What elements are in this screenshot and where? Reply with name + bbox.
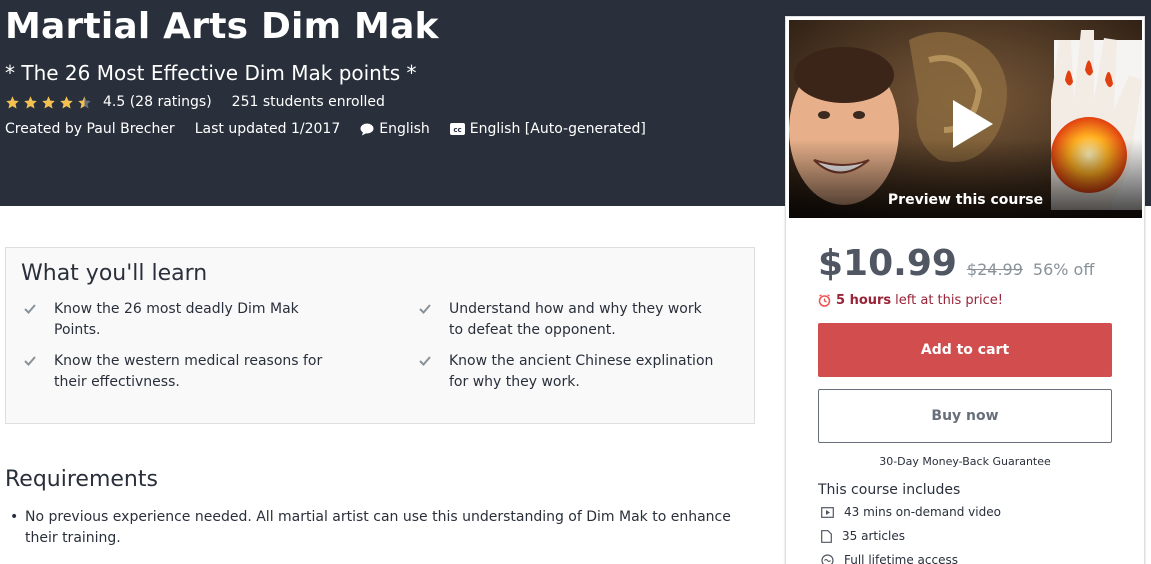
time-left-notice: 5 hours left at this price!	[818, 293, 1003, 308]
learn-item: Know the western medical reasons for the…	[24, 351, 324, 393]
learn-item: Understand how and why they work to defe…	[419, 299, 719, 341]
check-icon	[24, 304, 36, 314]
price-row: $10.99 $24.99 56% off	[818, 243, 1094, 284]
check-icon	[419, 356, 431, 366]
includes-text: 35 articles	[842, 529, 905, 543]
preview-label: Preview this course	[887, 192, 1044, 208]
bullet-icon: •	[10, 509, 19, 525]
course-meta: Created by Paul Brecher Last updated 1/2…	[5, 121, 666, 137]
course-preview-video[interactable]: Preview this course	[789, 20, 1142, 218]
hours-left: 5 hours	[836, 293, 892, 308]
star-icon	[24, 95, 37, 108]
current-price: $10.99	[818, 243, 957, 284]
includes-item: 43 mins on-demand video	[821, 505, 1001, 519]
svg-text:cc: cc	[453, 126, 461, 134]
closed-captions-icon: cc	[449, 123, 465, 135]
includes-text: Full lifetime access	[844, 553, 958, 564]
purchase-sidebar: Preview this course $10.99 $24.99 56% of…	[785, 16, 1145, 564]
last-updated: Last updated 1/2017	[194, 121, 341, 137]
check-icon	[24, 356, 36, 366]
language-label: English	[379, 121, 430, 137]
star-icon	[60, 95, 73, 108]
star-rating[interactable]	[5, 95, 95, 110]
learn-item-text: Know the ancient Chinese explination for…	[449, 353, 714, 390]
learn-item-text: Know the 26 most deadly Dim Mak Points.	[54, 301, 299, 338]
star-icon	[42, 95, 55, 108]
original-price: $24.99	[966, 260, 1023, 279]
page-title: Martial Arts Dim Mak	[5, 6, 439, 47]
learn-title: What you'll learn	[21, 261, 208, 286]
what-youll-learn: What you'll learn Know the 26 most deadl…	[5, 247, 755, 424]
enrolled-count: 251 students enrolled	[231, 94, 385, 110]
speech-bubble-icon	[360, 123, 374, 136]
discount-percent: 56% off	[1032, 260, 1095, 279]
article-icon	[821, 529, 832, 543]
language-item: English	[360, 121, 430, 137]
add-to-cart-button[interactable]: Add to cart	[818, 323, 1112, 377]
includes-item: Full lifetime access	[821, 553, 958, 564]
money-back-guarantee: 30-Day Money-Back Guarantee	[879, 455, 1051, 468]
alarm-clock-icon	[818, 294, 831, 307]
requirement-item: • No previous experience needed. All mar…	[10, 507, 755, 549]
captions-label: English [Auto-generated]	[469, 121, 646, 137]
includes-item: 35 articles	[821, 529, 905, 543]
star-icon	[6, 95, 19, 108]
requirement-text: No previous experience needed. All marti…	[25, 509, 731, 546]
buy-now-button[interactable]: Buy now	[818, 389, 1112, 443]
check-icon	[419, 304, 431, 314]
lifetime-access-icon	[821, 553, 834, 564]
time-left-text: left at this price!	[895, 293, 1003, 308]
learn-item: Know the 26 most deadly Dim Mak Points.	[24, 299, 324, 341]
captions-item: cc English [Auto-generated]	[449, 121, 646, 137]
rating-row: 4.5 (28 ratings) 251 students enrolled	[5, 94, 385, 110]
course-subtitle: * The 26 Most Effective Dim Mak points *	[5, 61, 417, 85]
half-star-icon	[78, 95, 91, 108]
learn-item-text: Know the western medical reasons for the…	[54, 353, 323, 390]
learn-item-text: Understand how and why they work to defe…	[449, 301, 702, 338]
learn-item: Know the ancient Chinese explination for…	[419, 351, 719, 393]
includes-title: This course includes	[818, 482, 961, 498]
instructor-credit[interactable]: Created by Paul Brecher	[5, 121, 175, 137]
requirements-title: Requirements	[5, 467, 158, 492]
rating-text[interactable]: 4.5 (28 ratings)	[103, 94, 212, 110]
includes-text: 43 mins on-demand video	[844, 505, 1001, 519]
play-icon[interactable]	[949, 98, 995, 150]
video-icon	[821, 506, 834, 518]
